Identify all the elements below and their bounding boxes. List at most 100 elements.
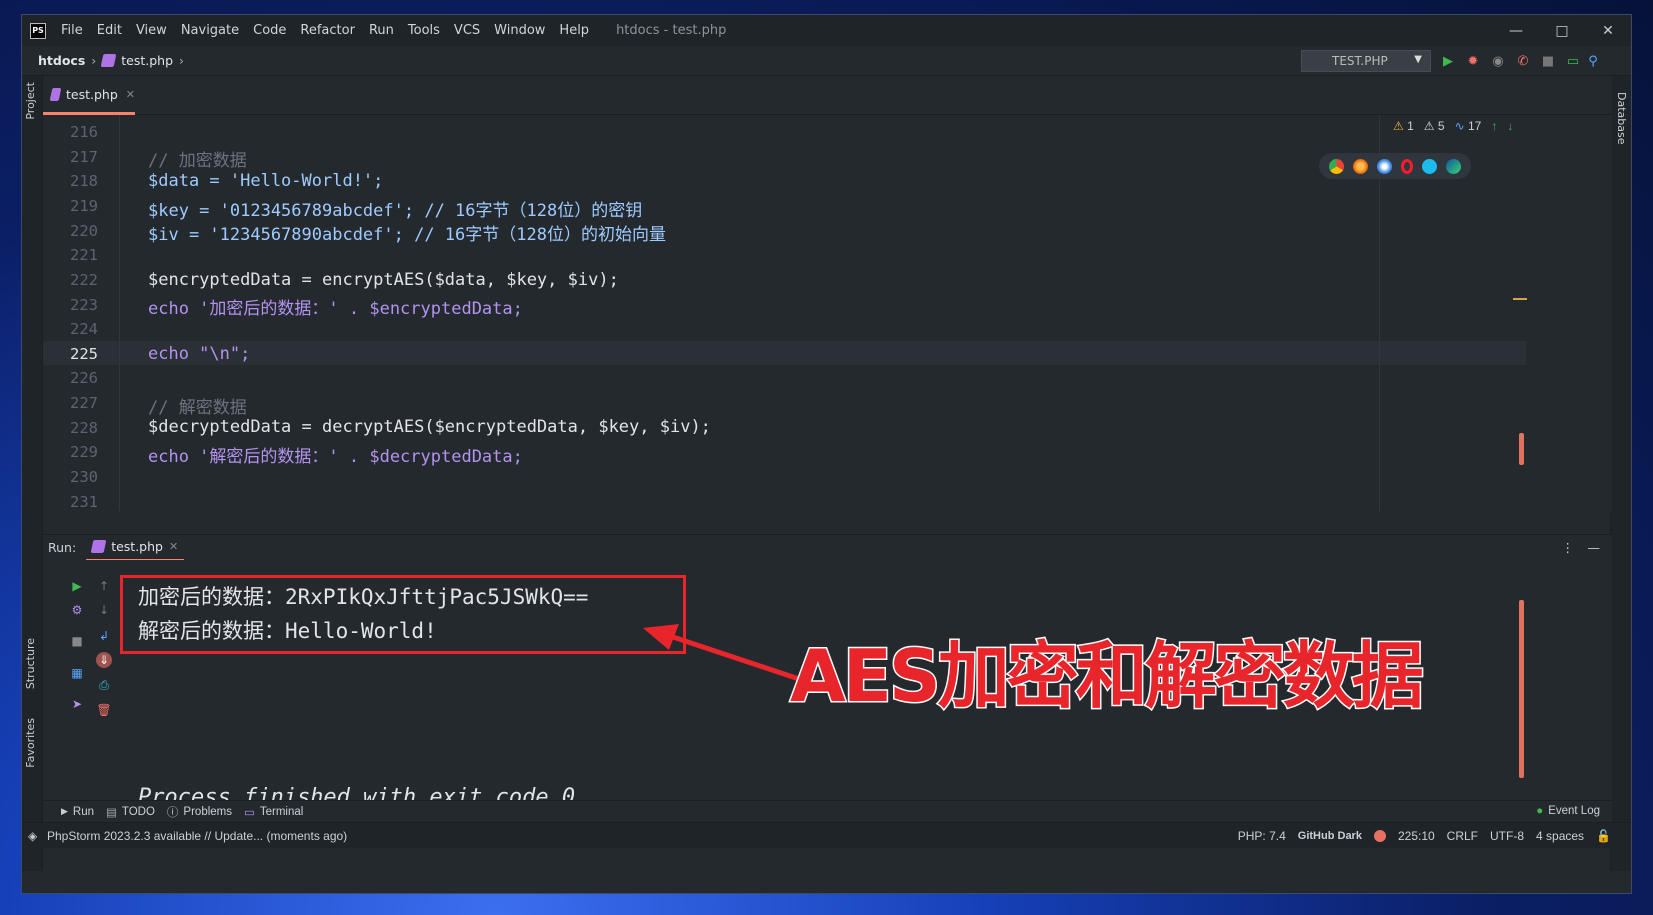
caret-position[interactable]: 225:10 — [1398, 829, 1435, 843]
bottom-tool-tabs: ▶ Run ▤ TODO ⓘ Problems ▭ Terminal ● Event Lo… — [43, 800, 1612, 822]
status-widgets: PHP: 7.4 GitHub Dark 225:10 CRLF UTF-8 4… — [1238, 823, 1611, 849]
php-file-icon — [90, 540, 107, 553]
run-icon[interactable]: ▶ — [1440, 53, 1456, 69]
console-output-line: 解密后的数据：Hello-World! — [138, 619, 437, 643]
window-controls: — □ ✕ — [1493, 15, 1631, 46]
stop-icon[interactable]: ■ — [69, 633, 85, 649]
console-output-line: 加密后的数据：2RxPIkQxJfttjPac5JSWkQ== — [138, 585, 589, 609]
stop-icon[interactable]: ■ — [1540, 53, 1556, 69]
tab-test-php[interactable]: test.php ✕ — [43, 76, 135, 115]
line-number-current: 225 — [70, 345, 98, 363]
tool-tab-event-log[interactable]: ● Event Log — [1536, 805, 1600, 817]
menu-refactor[interactable]: Refactor — [300, 23, 355, 38]
rerun-icon[interactable]: ▶ — [69, 578, 85, 594]
menu-edit[interactable]: Edit — [97, 23, 122, 38]
scroll-down-icon[interactable]: ↓ — [96, 602, 112, 618]
ide-window: PS File Edit View Navigate Code Refactor… — [21, 14, 1632, 894]
line-number: 220 — [70, 222, 98, 240]
php-file-icon — [49, 87, 62, 101]
search-icon[interactable]: ⚲ — [1585, 53, 1601, 69]
tool-tab-todo[interactable]: ▤ TODO — [106, 805, 155, 819]
menu-tools[interactable]: Tools — [408, 23, 440, 38]
project-tool-button[interactable]: Project — [24, 82, 37, 120]
error-count: ⚠ 1 — [1393, 119, 1414, 133]
print-icon[interactable]: ⎙ — [96, 677, 112, 693]
php-file-icon — [100, 54, 117, 67]
editor-scrollbar-thumb[interactable] — [1519, 433, 1524, 465]
run-console[interactable]: ▶ ⚙ ■ ▦ ➤ ↑ ↓ ↲ ⇓ ⎙ 🗑 加密后的数据：2RxPIkQxJft… — [43, 560, 1612, 810]
menu-help[interactable]: Help — [559, 23, 589, 38]
file-encoding[interactable]: UTF-8 — [1490, 829, 1524, 843]
breadcrumb-file[interactable]: test.php — [121, 53, 173, 68]
ie-icon[interactable] — [1421, 158, 1437, 174]
debug-icon[interactable]: ✹ — [1465, 53, 1481, 69]
lock-icon[interactable]: 🔓 — [1596, 829, 1611, 843]
more-options-icon[interactable]: ⋮ — [1562, 540, 1575, 555]
prev-highlight-icon[interactable]: ↑ — [1491, 119, 1497, 133]
navigation-bar: htdocs › test.php › TEST.PHP ▼ ▶ ✹ ◉ ✆ ■… — [22, 46, 1631, 76]
annotation-arrow-icon — [643, 624, 814, 686]
maximize-icon[interactable]: □ — [1539, 15, 1585, 46]
chrome-icon[interactable] — [1329, 158, 1345, 174]
tool-tab-problems[interactable]: ⓘ Problems — [167, 804, 232, 820]
layout-icon[interactable]: ▦ — [69, 665, 85, 681]
menu-run[interactable]: Run — [369, 23, 394, 38]
tool-tab-run[interactable]: ▶ Run — [61, 806, 94, 818]
favorites-tool-button[interactable]: Favorites — [24, 718, 37, 768]
firefox-icon[interactable] — [1353, 158, 1369, 174]
next-highlight-icon[interactable]: ↓ — [1507, 119, 1513, 133]
theme-name[interactable]: GitHub Dark — [1298, 830, 1362, 842]
inspection-widget[interactable]: ⚠ 1 ⚠ 5 ∿ 17 ↑ ↓ — [1393, 119, 1513, 133]
indent-setting[interactable]: 4 spaces — [1536, 829, 1584, 843]
code-line: $data = 'Hello-World!'; — [148, 171, 384, 191]
breadcrumb-project[interactable]: htdocs — [38, 53, 85, 68]
run-label: Run: — [48, 540, 77, 555]
close-icon[interactable]: ✕ — [1585, 15, 1631, 46]
menu-navigate[interactable]: Navigate — [181, 23, 239, 38]
tab-label: test.php — [66, 86, 118, 102]
clear-trash-icon[interactable]: 🗑 — [96, 702, 112, 718]
code-editor[interactable]: 216 217 218 219 220 221 222 223 224 225 … — [43, 115, 1612, 511]
close-tab-icon[interactable]: ✕ — [169, 540, 178, 553]
line-separator[interactable]: CRLF — [1447, 829, 1478, 843]
close-tab-icon[interactable]: ✕ — [126, 88, 135, 101]
line-number: 224 — [70, 320, 98, 338]
listen-debug-icon[interactable]: ✆ — [1515, 53, 1531, 69]
coverage-icon[interactable]: ◉ — [1490, 53, 1506, 69]
opera-icon[interactable] — [1400, 158, 1413, 174]
scroll-to-end-icon[interactable]: ⇓ — [96, 652, 112, 668]
status-message[interactable]: PhpStorm 2023.2.3 available // Update...… — [47, 829, 347, 843]
warning-triangle-icon: ⚠ — [1393, 119, 1404, 133]
menu-vcs[interactable]: VCS — [454, 23, 480, 38]
typo-count: ∿ 17 — [1454, 119, 1482, 133]
run-config-label: TEST.PHP — [1332, 54, 1388, 68]
structure-tool-button[interactable]: Structure — [24, 638, 37, 689]
tool-tab-terminal[interactable]: ▭ Terminal — [244, 805, 303, 819]
code-line: $iv = '1234567890abcdef'; // 16字节（128位）的… — [148, 225, 666, 245]
terminal-icon[interactable]: ▭ — [1565, 53, 1581, 69]
title-bar: PS File Edit View Navigate Code Refactor… — [22, 15, 1631, 46]
run-configuration-select[interactable]: TEST.PHP ▼ — [1301, 50, 1431, 72]
settings-gear-icon[interactable]: ⚙ — [69, 602, 85, 618]
minimize-icon[interactable]: — — [1493, 15, 1539, 46]
menu-window[interactable]: Window — [494, 23, 545, 38]
list-icon: ▤ — [106, 806, 117, 819]
hide-panel-icon[interactable]: — — [1588, 540, 1601, 555]
database-tool-button[interactable]: Database — [1615, 92, 1628, 145]
console-scrollbar-thumb[interactable] — [1519, 600, 1524, 778]
menu-file[interactable]: File — [61, 23, 83, 38]
pin-icon[interactable]: ➤ — [69, 696, 85, 712]
code-line: echo '解密后的数据：' . $decryptedData; — [148, 447, 523, 467]
code-line: $encryptedData = encryptAES($data, $key,… — [148, 270, 619, 290]
php-version[interactable]: PHP: 7.4 — [1238, 829, 1286, 843]
menu-view[interactable]: View — [136, 23, 167, 38]
edge-icon[interactable] — [1445, 158, 1461, 174]
safari-icon[interactable] — [1377, 158, 1393, 174]
run-tab-test-php[interactable]: test.php ✕ — [86, 535, 185, 561]
layers-icon: ◈ — [28, 828, 38, 843]
soft-wrap-icon[interactable]: ↲ — [96, 628, 112, 644]
code-line: // 解密数据 — [148, 398, 247, 418]
menu-code[interactable]: Code — [253, 23, 286, 38]
line-number: 218 — [70, 172, 98, 190]
scroll-up-icon[interactable]: ↑ — [96, 578, 112, 594]
